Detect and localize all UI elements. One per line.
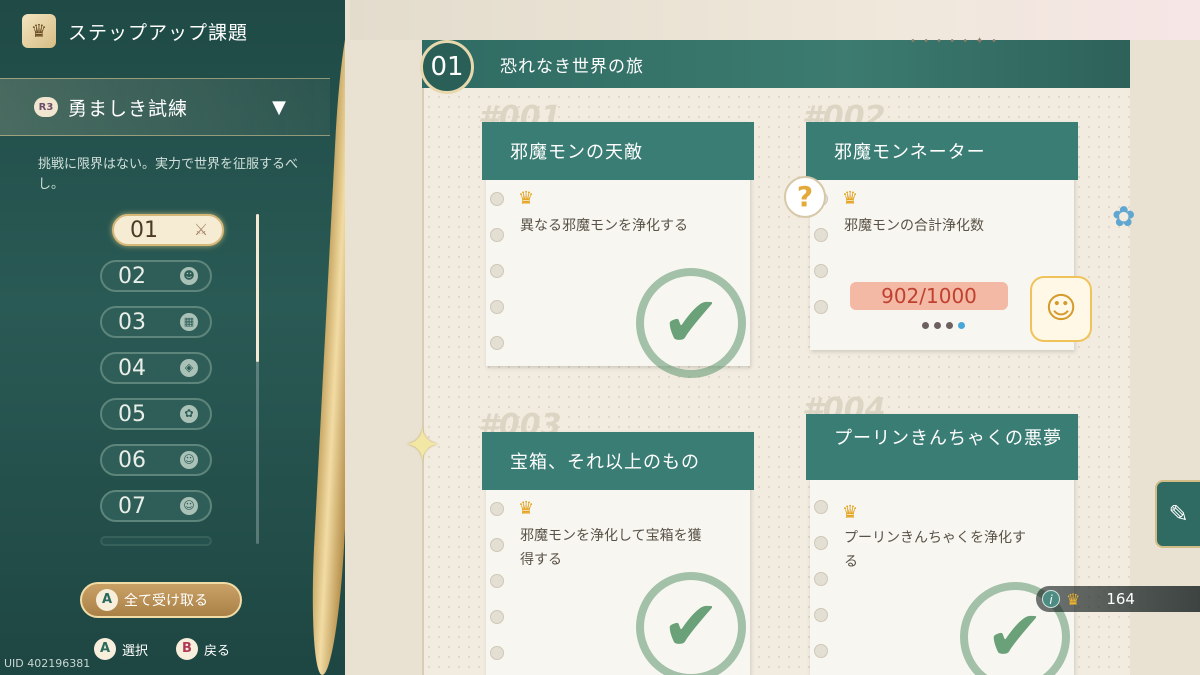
level-item-partial[interactable] [100,536,212,546]
level-list: 01 ⚔ 02 ☻ 03 ▦ 04 ◈ 05 ✿ 06 ☺ 07 ☺ [100,214,260,560]
panel-title: ステップアップ課題 [68,21,249,44]
binder-rings [814,500,828,675]
level-number: 03 [118,309,146,335]
task-description: 邪魔モンの合計浄化数 [844,218,984,234]
task-title: 宝箱、それ以上のもの [482,432,754,490]
side-panel: ♛ ステップアップ課題 R3 勇ましき試練 ▼ 挑戦に限界はない。実力で世界を征… [0,0,345,675]
flower-sticker-icon: ✿ [1112,200,1136,233]
level-item-06[interactable]: 06 ☺ [100,444,212,476]
level-number: 02 [118,263,146,289]
check-stamp-icon: ✔ [636,268,746,378]
user-id: UID 402196381 [4,657,91,670]
crown-badge-icon: ♛ [22,14,56,48]
page-indicator [922,322,965,329]
crown-icon: ♛ [1066,589,1081,609]
task-title: プーリンきんちゃくの悪夢 [806,414,1078,480]
level-number: 01 [130,217,158,243]
cube-icon: ▦ [180,313,198,331]
control-hints: A 選択 B 戻る [94,638,230,660]
info-icon[interactable]: i [1042,590,1060,608]
level-number: 05 [118,401,146,427]
edit-icon: ✎ [1168,500,1189,528]
crown-count-value: 164 [1106,590,1135,608]
level-item-04[interactable]: 04 ◈ [100,352,212,384]
category-selector[interactable]: R3 勇ましき試練 ▼ [0,78,330,136]
monster-face-icon: ☻ [180,267,198,285]
chapter-number: 01 [420,40,474,94]
decorative-dots: • • • • • ✦ • [910,36,999,47]
mask-icon: ☺ [180,451,198,469]
b-button-icon: B [176,638,199,660]
claim-all-button[interactable]: A 全て受け取る [80,582,242,618]
question-mark-icon: ? [784,176,826,218]
level-number: 06 [118,447,146,473]
chapter-header: 恐れなき世界の旅 [422,40,1130,88]
category-description: 挑戦に限界はない。実力で世界を征服するべし。 [38,157,299,192]
crown-icon: ♛ [842,502,859,523]
chevron-down-icon[interactable]: ▼ [268,97,290,119]
level-scrollbar[interactable] [256,214,259,544]
scroll-thumb[interactable] [256,214,259,362]
category-label: 勇ましき試練 [68,97,189,120]
crown-icon: ♛ [842,188,859,209]
r3-button-icon: R3 [34,97,58,117]
edit-tab-button[interactable]: ✎ [1155,480,1200,548]
check-stamp-icon: ✔ [636,572,746,675]
background-strip [350,0,1200,40]
select-hint: 選択 [122,643,149,659]
level-item-03[interactable]: 03 ▦ [100,306,212,338]
crown-total: i ♛ 164 [1036,586,1200,612]
binder-rings [490,192,504,372]
level-item-05[interactable]: 05 ✿ [100,398,212,430]
binder-rings [490,502,504,675]
task-card-1[interactable]: 邪魔モンの天敵 ♛ 異なる邪魔モンを浄化する ✔ [482,122,754,378]
mascot-sticker-icon: ☺ [1030,276,1092,342]
task-description: プーリンきんちゃくを浄化する [844,530,1026,570]
swords-icon: ⚔ [193,220,209,239]
sparkle-icon: ✦ [404,420,441,471]
task-title: 邪魔モンの天敵 [482,122,754,180]
face-icon: ☺ [180,497,198,515]
level-item-07[interactable]: 07 ☺ [100,490,212,522]
task-description: 異なる邪魔モンを浄化する [520,218,688,234]
a-button-icon: A [94,638,116,660]
level-number: 04 [118,355,146,381]
level-number: 07 [118,493,146,519]
panel-header: ♛ ステップアップ課題 [22,14,248,48]
back-hint: 戻る [204,643,231,659]
task-description: 邪魔モンを浄化して宝箱を獲得する [520,528,702,568]
crown-icon: ♛ [518,498,535,519]
task-card-4[interactable]: プーリンきんちゃくの悪夢 ♛ プーリンきんちゃくを浄化する ✔ [806,414,1078,675]
task-card-3[interactable]: 宝箱、それ以上のもの ♛ 邪魔モンを浄化して宝箱を獲得する ✔ [482,432,754,675]
level-item-01[interactable]: 01 ⚔ [112,214,224,246]
crown-icon: ♛ [518,188,535,209]
level-item-02[interactable]: 02 ☻ [100,260,212,292]
gem-icon: ◈ [180,359,198,377]
chapter-title: 恐れなき世界の旅 [500,56,644,77]
a-button-icon: A [96,589,118,611]
creature-icon: ✿ [180,405,198,423]
claim-all-label: 全て受け取る [124,593,208,609]
task-title: 邪魔モンネーター [806,122,1078,180]
task-progress: 902/1000 [850,282,1008,310]
